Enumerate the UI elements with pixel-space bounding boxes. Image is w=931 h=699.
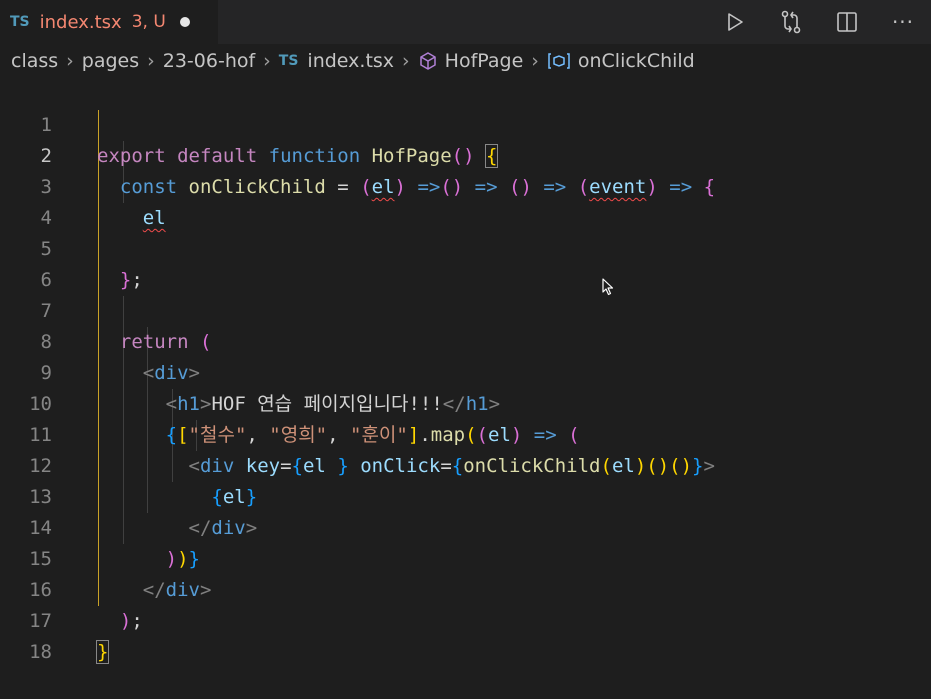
editor-tab-index-tsx[interactable]: TS index.tsx 3, U — [0, 0, 218, 44]
code-editor[interactable]: 1 export default function HofPage() { 2 … — [0, 79, 931, 682]
split-editor-icon[interactable] — [819, 0, 875, 44]
code-line: 16 ); — [0, 544, 931, 632]
code-line: 3 el — [0, 141, 931, 229]
breadcrumb-file-label: index.tsx — [307, 50, 395, 72]
code-content: } — [95, 640, 110, 664]
variable-symbol-icon — [547, 52, 571, 70]
code-line: 17 } — [0, 575, 931, 664]
code-line: 7 return ( — [0, 265, 931, 353]
breadcrumb-item-hofpage[interactable]: HofPage — [418, 50, 524, 72]
code-line: 14 ))} — [0, 482, 931, 570]
code-line: 18 — [0, 606, 931, 663]
code-line: 10 {["철수", "영희", "훈이"].map((el) => ( — [0, 358, 931, 446]
code-line-active: 2 const onClickChild = (el) =>() => () =… — [0, 110, 931, 198]
unsaved-dot-icon[interactable] — [179, 17, 190, 27]
breadcrumb-item-onclickchild[interactable]: onClickChild — [547, 50, 695, 72]
breadcrumb-item-folder[interactable]: 23-06-hof — [163, 50, 255, 72]
typescript-file-icon: TS — [278, 53, 299, 69]
breadcrumb-onclickchild-label: onClickChild — [577, 50, 695, 72]
editor-tab-bar: TS index.tsx 3, U ··· — [0, 0, 931, 44]
mouse-pointer-icon — [602, 278, 614, 301]
code-line: 8 <div> — [0, 296, 931, 384]
code-line: 5 }; — [0, 203, 931, 291]
chevron-right-icon: › — [66, 50, 74, 72]
tab-problems-badge: 3, U — [131, 12, 166, 32]
more-actions-icon[interactable]: ··· — [875, 0, 931, 44]
function-symbol-icon — [418, 51, 438, 71]
chevron-right-icon: › — [402, 50, 410, 72]
breadcrumb-item-pages[interactable]: pages — [82, 50, 139, 72]
code-line: 11 <div key={el } onClick={onClickChild(… — [0, 389, 931, 477]
code-line: 4 — [0, 172, 931, 229]
tab-filename: index.tsx — [39, 11, 122, 33]
chevron-right-icon: › — [263, 50, 271, 72]
editor-actions: ··· — [707, 0, 931, 44]
code-line: 15 </div> — [0, 513, 931, 601]
chevron-right-icon: › — [531, 50, 539, 72]
breadcrumb: class › pages › 23-06-hof › TS index.tsx… — [0, 44, 931, 78]
breadcrumb-item-class[interactable]: class — [11, 50, 58, 72]
compare-changes-icon[interactable] — [763, 0, 819, 44]
code-line: 9 <h1>HOF 연습 페이지입니다!!!</h1> — [0, 327, 931, 415]
run-icon[interactable] — [707, 0, 763, 44]
typescript-file-icon: TS — [10, 14, 30, 30]
breadcrumb-item-file[interactable]: TS index.tsx — [279, 50, 394, 72]
breadcrumb-hofpage-label: HofPage — [444, 50, 524, 72]
line-number: 18 — [29, 641, 52, 663]
code-line: 6 — [0, 234, 931, 291]
code-line: 12 {el} — [0, 420, 931, 508]
more-actions-glyph: ··· — [891, 10, 915, 34]
chevron-right-icon: › — [147, 50, 155, 72]
code-line: 13 </div> — [0, 451, 931, 539]
code-line: 1 export default function HofPage() { — [0, 79, 931, 168]
